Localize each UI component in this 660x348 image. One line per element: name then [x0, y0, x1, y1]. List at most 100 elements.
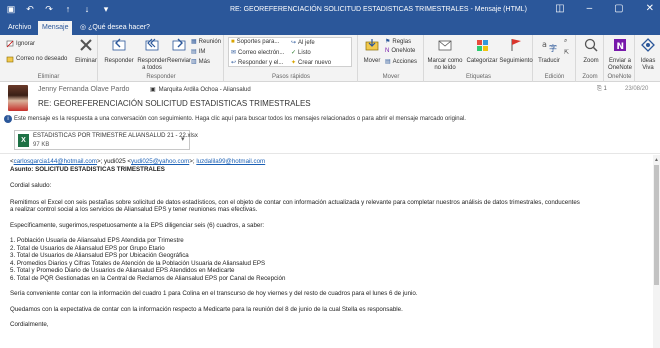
responder-button[interactable]: Responder: [103, 37, 135, 65]
group-label-pasos-rapidos: Pasos rápidos: [271, 74, 311, 80]
vertical-scrollbar[interactable]: ▲: [653, 155, 660, 348]
search-small-button[interactable]: ⌕: [564, 38, 567, 45]
group-label-etiquetas: Etiquetas: [465, 74, 492, 80]
ideas-button[interactable]: Ideas Viva: [637, 37, 659, 72]
greeting: Cordial saludo:: [10, 182, 52, 189]
scrollbar-thumb[interactable]: [654, 165, 659, 285]
zoom-magnifier-icon: [584, 38, 598, 52]
more-icon: ▥: [191, 59, 197, 65]
quick-step-correo[interactable]: ✉ Correo electrón...: [231, 49, 284, 57]
info-icon: i: [4, 115, 12, 123]
info-bar[interactable]: i Este mensaje es la respuesta a una con…: [0, 114, 660, 125]
reply-all-icon: [145, 38, 159, 51]
tab-archivo[interactable]: Archivo: [4, 21, 35, 35]
ribbon-display-icon[interactable]: ◫: [555, 3, 564, 14]
customize-dropdown-icon[interactable]: ▾: [101, 4, 111, 15]
group-etiquetas: Marcar como no leído Categorizar Seguimi…: [425, 35, 533, 82]
email-link-2[interactable]: yudi025@yahoo.com: [131, 158, 189, 165]
email-link-1[interactable]: carlosgarcia144@hotmail.com: [14, 158, 97, 165]
redo-icon[interactable]: ↷: [44, 4, 54, 15]
recipients-line: <carlosgarcia144@hotmail.com>; yudi025 <…: [10, 158, 266, 165]
ribbon-tabs: Archivo Mensaje ◎ ¿Qué desea hacer?: [0, 21, 660, 35]
tab-que-desea-hacer[interactable]: ◎ ¿Qué desea hacer?: [76, 21, 154, 35]
group-ideas: Ideas Viva: [636, 35, 660, 82]
ignorar-button[interactable]: Ignorar: [6, 40, 35, 48]
group-eliminar: Ignorar Correo no deseado Eliminar Elimi…: [0, 35, 98, 82]
traducir-button[interactable]: a字 Traducir: [536, 37, 562, 65]
attachment-size: 97 KB: [33, 142, 50, 148]
categorizar-button[interactable]: Categorizar: [465, 37, 499, 65]
list-item: 5. Total y Promedio Diario de Usuarios d…: [10, 267, 235, 274]
attachment-dropdown-icon[interactable]: ▾: [181, 135, 185, 143]
up-arrow-icon[interactable]: ↑: [63, 4, 73, 15]
quick-step-listo[interactable]: ✓ Listo: [291, 49, 311, 57]
translate-icon: a字: [542, 40, 557, 53]
attachment-count: ⎘ 1: [597, 86, 607, 92]
divider: [0, 153, 660, 154]
mover-button[interactable]: Mover: [361, 37, 383, 65]
meeting-icon: ▦: [191, 39, 197, 45]
title-bar: ▣ ↶ ↷ ↑ ↓ ▾ RE: GEOREFERENCIACIÓN SOLICI…: [0, 0, 660, 21]
responder-todos-button[interactable]: Responder a todos: [137, 37, 167, 72]
eliminar-button[interactable]: Eliminar: [75, 37, 97, 65]
down-arrow-icon[interactable]: ↓: [82, 4, 92, 15]
quick-step-crear-nuevo[interactable]: ✦ Crear nuevo: [291, 59, 331, 67]
save-icon[interactable]: ▣: [6, 4, 16, 15]
quick-step-al-jefe[interactable]: ↪ Al jefe: [291, 39, 315, 47]
group-onenote: N Enviar a OneNote OneNote: [605, 35, 635, 82]
group-label-mover: Mover: [382, 74, 400, 80]
onenote-small-icon: N: [385, 48, 390, 54]
window-controls: ◫ – ▢ ✕: [555, 3, 654, 14]
new-star-icon: ✦: [291, 60, 297, 66]
scroll-up-icon[interactable]: ▲: [654, 157, 659, 163]
enviar-onenote-button[interactable]: N Enviar a OneNote: [606, 37, 634, 72]
onenote-move-button[interactable]: N OneNote: [385, 48, 415, 54]
avatar: [8, 85, 28, 111]
select-small-button[interactable]: ⇱: [564, 49, 569, 56]
minimize-icon[interactable]: –: [587, 3, 593, 14]
asunto-line: Asunto: SOLICITUD ESTADISTICAS TRIMESTRA…: [10, 165, 165, 173]
reunion-button[interactable]: ▦ Reunión: [191, 38, 221, 46]
reenviar-button[interactable]: Reenviar: [167, 37, 191, 65]
attachment-card[interactable]: X ESTADISTICAS POR TRIMESTRE ALIANSALUD …: [14, 130, 198, 150]
reglas-button[interactable]: ⚑ Reglas: [385, 38, 411, 46]
acciones-button[interactable]: ▤ Acciones: [385, 58, 417, 66]
svg-text:a: a: [542, 40, 547, 49]
group-label-onenote: OneNote: [607, 74, 632, 80]
reply-icon: [112, 38, 126, 51]
group-mover: Mover ⚑ Reglas N OneNote ▤ Acciones Mover: [359, 35, 424, 82]
check-icon: ✓: [291, 50, 297, 56]
ribbon: Ignorar Correo no deseado Eliminar Elimi…: [0, 35, 660, 82]
message-body: <carlosgarcia144@hotmail.com>; yudi025 <…: [10, 158, 650, 329]
info-bar-text: Este mensaje es la respuesta a una conve…: [14, 116, 466, 122]
move-folder-icon: [365, 39, 379, 51]
message-date: 23/08/20: [625, 86, 649, 92]
quick-step-responder[interactable]: ↩ Responder y el...: [231, 59, 283, 67]
group-pasos-rapidos: ■ Soportes para... ✉ Correo electrón... ↩ R…: [225, 35, 358, 82]
group-edicion: a字 Traducir ⌕ ⇱ Edición: [534, 35, 576, 82]
mas-button[interactable]: ▥ Más: [191, 58, 210, 66]
close-icon[interactable]: ✕: [646, 3, 654, 14]
marcar-no-leido-button[interactable]: Marcar como no leído: [427, 37, 463, 72]
actions-icon: ▤: [385, 59, 391, 65]
quick-step-soportes[interactable]: ■ Soportes para...: [231, 39, 279, 45]
zoom-button[interactable]: Zoom: [579, 37, 603, 65]
correo-no-deseado-button[interactable]: Correo no deseado: [6, 55, 67, 63]
forward-small-icon: ↪: [291, 40, 297, 46]
search-small-icon: ⌕: [564, 38, 568, 44]
seguimiento-button[interactable]: Seguimiento: [499, 37, 533, 65]
sender-name[interactable]: Jenny Fernanda Olave Pardo: [38, 86, 129, 93]
onenote-icon: N: [614, 39, 626, 52]
recipient-name[interactable]: Marquita Ardila Ochoa - Aliansalud: [159, 87, 251, 93]
forward-icon: [172, 38, 186, 51]
undo-icon[interactable]: ↶: [25, 4, 35, 15]
cursor-icon: ⇱: [564, 50, 570, 56]
tab-mensaje[interactable]: Mensaje: [38, 21, 73, 35]
maximize-icon[interactable]: ▢: [614, 3, 623, 14]
viva-insights-icon: [641, 38, 655, 52]
group-zoom: Zoom Zoom: [577, 35, 604, 82]
quick-access-toolbar: ▣ ↶ ↷ ↑ ↓ ▾: [6, 4, 111, 15]
im-button[interactable]: ▤ IM: [191, 48, 205, 56]
email-link-3[interactable]: luzdalila99@hotmail.com: [196, 158, 265, 165]
tell-me-label: ¿Qué desea hacer?: [88, 24, 150, 31]
